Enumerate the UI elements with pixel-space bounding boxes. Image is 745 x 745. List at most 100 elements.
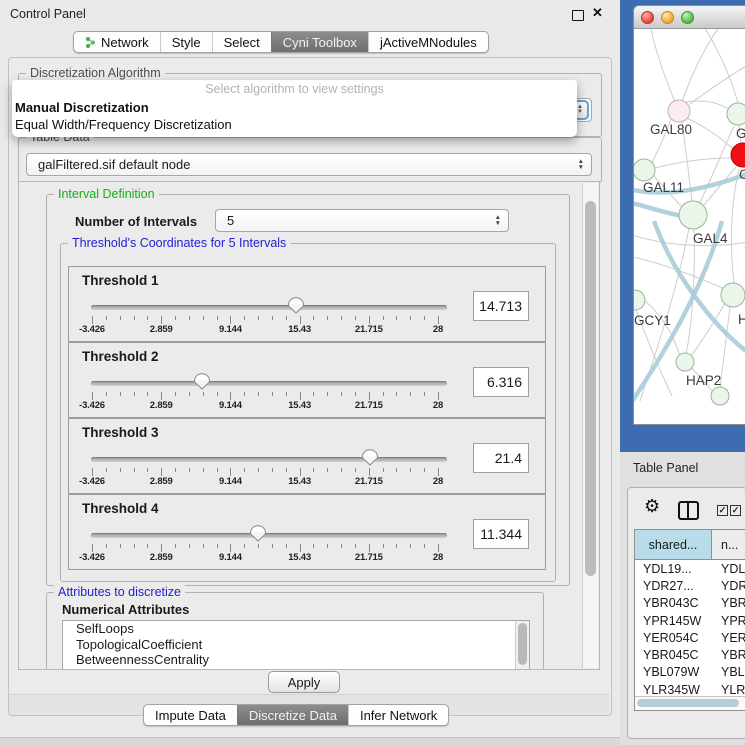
table-cell[interactable]: YER054C: [635, 631, 712, 645]
dropdown-placeholder-option[interactable]: Select algorithm to view settings: [12, 80, 577, 99]
attribute-list-item[interactable]: BetweennessCentrality: [63, 652, 529, 668]
slider-tick: [286, 316, 287, 320]
table-cell[interactable]: YBL0...: [712, 665, 745, 679]
table-horizontal-scrollbar[interactable]: [635, 696, 745, 710]
checkbox-icon[interactable]: ✓: [717, 505, 728, 516]
table-column-header[interactable]: n...: [712, 530, 745, 559]
table-row[interactable]: YBR043CYBR0...: [635, 595, 745, 612]
table-cell[interactable]: YPR145W: [635, 614, 712, 628]
minimize-traffic-light-icon[interactable]: [661, 11, 674, 24]
number-of-intervals-select[interactable]: 5 ▲▼: [215, 209, 509, 232]
slider-thumb[interactable]: [287, 297, 305, 314]
checkbox-icon[interactable]: ✓: [730, 505, 741, 516]
slider-thumb[interactable]: [193, 373, 211, 390]
threshold-value-field[interactable]: 6.316: [473, 367, 529, 397]
network-edge[interactable]: [655, 158, 732, 168]
settings-vertical-scrollbar[interactable]: [582, 183, 598, 668]
apply-button[interactable]: Apply: [268, 671, 340, 693]
table-row[interactable]: YER054CYER0...: [635, 629, 745, 646]
slider-track[interactable]: [91, 457, 447, 462]
table-cell[interactable]: YER0...: [712, 631, 745, 645]
network-edge[interactable]: [692, 29, 738, 103]
slider-track[interactable]: [91, 533, 447, 538]
network-edge[interactable]: [700, 126, 734, 203]
network-edge[interactable]: [720, 307, 730, 388]
tab-style[interactable]: Style: [160, 32, 212, 52]
slider-thumb[interactable]: [249, 525, 267, 542]
top-tab-bar: NetworkStyleSelectCyni ToolboxjActiveMNo…: [73, 31, 489, 53]
network-node-green[interactable]: [679, 201, 707, 229]
table-data-select[interactable]: galFiltered.sif default node ▲▼: [26, 153, 592, 176]
tab-infer-network[interactable]: Infer Network: [348, 705, 448, 725]
zoom-traffic-light-icon[interactable]: [681, 11, 694, 24]
table-cell[interactable]: YPR1...: [712, 614, 745, 628]
slider-track[interactable]: [91, 381, 447, 386]
network-canvas[interactable]: GAL80GAGAL11CGAL4GCY1HHAP2: [634, 29, 745, 423]
slider-tick: [120, 392, 121, 396]
table-row[interactable]: YBL079WYBL0...: [635, 664, 745, 681]
table-row[interactable]: YDL19...YDL1...: [635, 560, 745, 577]
table-cell[interactable]: YBR045C: [635, 648, 712, 662]
slider-tick: [286, 468, 287, 472]
tab-impute-data[interactable]: Impute Data: [144, 705, 237, 725]
attribute-list-item[interactable]: TopologicalCoefficient: [63, 637, 529, 653]
slider-tick: [203, 468, 204, 472]
table-data-group: Table Data galFiltered.sif default node …: [18, 137, 602, 183]
tab-discretize-data[interactable]: Discretize Data: [237, 705, 348, 725]
table-row[interactable]: YPR145WYPR1...: [635, 612, 745, 629]
dropdown-option-manual-discretization[interactable]: Manual Discretization: [12, 99, 577, 116]
table-cell[interactable]: YBR0...: [712, 596, 745, 610]
network-node-green[interactable]: [676, 353, 694, 371]
tab-select[interactable]: Select: [212, 32, 271, 52]
network-node-green[interactable]: [711, 387, 729, 405]
network-edge[interactable]: [731, 169, 739, 283]
network-edge[interactable]: [679, 29, 734, 111]
table-cell[interactable]: YBR043C: [635, 596, 712, 610]
network-node-green[interactable]: [727, 103, 745, 125]
tab-cyni-toolbox[interactable]: Cyni Toolbox: [271, 32, 368, 52]
network-node-green[interactable]: [634, 290, 645, 310]
table-cell[interactable]: YLR3...: [712, 683, 745, 697]
slider-thumb[interactable]: [361, 449, 379, 466]
table-column-header[interactable]: shared...: [635, 530, 712, 559]
split-table-icon[interactable]: [678, 501, 699, 520]
table-cell[interactable]: YBR0...: [712, 648, 745, 662]
table-cell[interactable]: YBL079W: [635, 665, 712, 679]
close-icon[interactable]: ✕: [592, 5, 603, 21]
scrollbar-thumb[interactable]: [518, 623, 527, 665]
threshold-value-field[interactable]: 14.713: [473, 291, 529, 321]
table-row[interactable]: YDR27...YDR2...: [635, 577, 745, 594]
table-header-row: shared...n...: [635, 530, 745, 560]
scrollbar-thumb[interactable]: [585, 201, 596, 576]
network-node-green[interactable]: [634, 159, 655, 181]
table-row[interactable]: YBR045CYBR0...: [635, 646, 745, 663]
threshold-value-field[interactable]: 21.4: [473, 443, 529, 473]
threshold-value-field[interactable]: 11.344: [473, 519, 529, 549]
network-window-titlebar[interactable]: [634, 6, 745, 29]
dropdown-option-equal-width-frequency-discretization[interactable]: Equal Width/Frequency Discretization: [12, 116, 577, 133]
slider-track[interactable]: [91, 305, 447, 310]
attribute-list-item[interactable]: SelfLoops: [63, 621, 529, 637]
scrollbar-thumb[interactable]: [637, 699, 739, 707]
network-edge[interactable]: [634, 234, 745, 246]
network-node-pink[interactable]: [668, 100, 690, 122]
slider-tick: [120, 316, 121, 320]
table-cell[interactable]: YDR27...: [635, 579, 712, 593]
slider-tick: [369, 316, 370, 324]
network-node-green[interactable]: [721, 283, 745, 307]
table-cell[interactable]: YDL1...: [712, 562, 745, 576]
network-node-red[interactable]: [731, 143, 745, 167]
numerical-attributes-list[interactable]: SelfLoopsTopologicalCoefficientBetweenne…: [62, 620, 530, 670]
table-cell[interactable]: YLR345W: [635, 683, 712, 697]
float-window-icon[interactable]: [572, 10, 584, 21]
table-cell[interactable]: YDL19...: [635, 562, 712, 576]
network-edge[interactable]: [648, 29, 679, 111]
interval-definition-group: Interval Definition Number of Intervals …: [46, 194, 570, 586]
attributes-list-scrollbar[interactable]: [515, 621, 529, 670]
close-traffic-light-icon[interactable]: [641, 11, 654, 24]
tab-jactivemnodules[interactable]: jActiveMNodules: [368, 32, 488, 52]
tab-network[interactable]: Network: [74, 32, 160, 52]
table-cell[interactable]: YDR2...: [712, 579, 745, 593]
slider-tick: [355, 316, 356, 320]
gear-icon[interactable]: ⚙: [644, 496, 660, 517]
